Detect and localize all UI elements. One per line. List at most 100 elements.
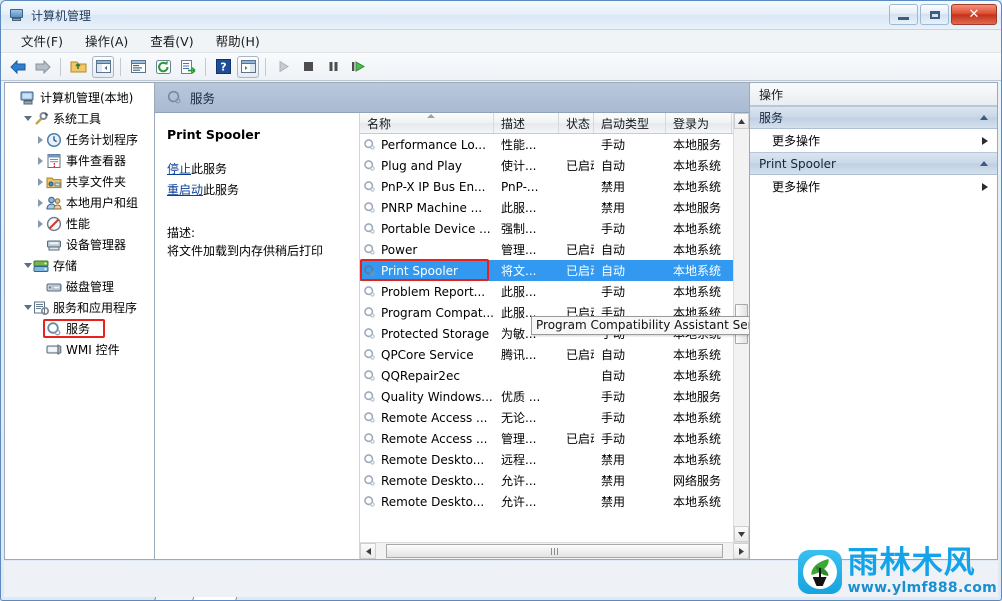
service-row[interactable]: Remote Deskto... 允许... 禁用 本地系统	[360, 491, 733, 512]
gear-icon	[363, 348, 377, 362]
service-name-cell[interactable]: Print Spooler	[360, 264, 494, 278]
tree-item-系统工具[interactable]: 系统工具	[5, 108, 154, 129]
service-name-cell[interactable]: Power	[360, 243, 494, 257]
tree-item-任务计划程序[interactable]: 任务计划程序	[5, 129, 154, 150]
tree-item-性能[interactable]: 性能	[5, 213, 154, 234]
chevron-right-icon[interactable]	[35, 176, 46, 187]
service-name-cell[interactable]: Protected Storage	[360, 327, 494, 341]
chevron-down-icon[interactable]	[22, 113, 33, 124]
chevron-down-icon[interactable]	[22, 260, 33, 271]
service-status-cell: 已启动	[566, 243, 594, 257]
scroll-up-button[interactable]	[734, 113, 749, 129]
tree-item-服务[interactable]: 服务	[5, 318, 154, 339]
service-row[interactable]: Remote Access ... 管理... 已启动手动 本地系统	[360, 428, 733, 449]
start-service-icon[interactable]	[272, 56, 294, 78]
restart-service-link[interactable]: 重启动	[167, 183, 203, 197]
service-row[interactable]: Portable Device ... 强制... 手动 本地系统	[360, 218, 733, 239]
service-name-cell[interactable]: Portable Device ...	[360, 222, 494, 236]
column-header-1[interactable]: 描述	[494, 113, 559, 133]
up-folder-icon[interactable]	[67, 56, 89, 78]
stop-service-icon[interactable]	[297, 56, 319, 78]
chevron-right-icon[interactable]	[35, 197, 46, 208]
help-icon[interactable]: ?	[212, 56, 234, 78]
service-row[interactable]: Power 管理... 已启动自动 本地系统	[360, 239, 733, 260]
service-name-cell[interactable]: PnP-X IP Bus En...	[360, 180, 494, 194]
service-name-cell[interactable]: Program Compat...	[360, 306, 494, 320]
export-list-icon[interactable]	[177, 56, 199, 78]
service-name-cell[interactable]: QPCore Service	[360, 348, 494, 362]
chevron-right-icon[interactable]	[35, 218, 46, 229]
service-name-cell[interactable]: Remote Deskto...	[360, 495, 494, 509]
service-row[interactable]: QQRepair2ec 自动 本地系统	[360, 365, 733, 386]
actions-group-services[interactable]: 服务	[750, 106, 997, 129]
service-row[interactable]: Plug and Play 使计... 已启动自动 本地系统	[360, 155, 733, 176]
column-header-3[interactable]: 启动类型	[594, 113, 666, 133]
chevron-right-icon[interactable]	[982, 136, 988, 145]
menu-help[interactable]: 帮助(H)	[206, 29, 272, 53]
tree-item-WMI 控件[interactable]: WMI 控件	[5, 339, 154, 360]
chevron-down-icon[interactable]	[22, 302, 33, 313]
service-row[interactable]: Print Spooler 将文... 已启动自动 本地系统	[360, 259, 733, 281]
scroll-down-button[interactable]	[734, 526, 749, 542]
service-row[interactable]: Performance Lo... 性能... 手动 本地服务	[360, 134, 733, 155]
service-name-cell[interactable]: Remote Access ...	[360, 411, 494, 425]
scroll-right-button[interactable]	[733, 543, 749, 559]
horizontal-scroll-track[interactable]	[376, 543, 733, 559]
maximize-button[interactable]	[920, 4, 949, 25]
chevron-up-icon[interactable]	[980, 161, 988, 166]
tree-item-label: 任务计划程序	[66, 133, 139, 147]
pause-service-icon[interactable]	[322, 56, 344, 78]
tree-item-本地用户和组[interactable]: 本地用户和组	[5, 192, 154, 213]
service-row[interactable]: Problem Report... 此服... 手动 本地系统	[360, 281, 733, 302]
properties-icon[interactable]	[127, 56, 149, 78]
chevron-right-icon[interactable]	[982, 182, 988, 191]
horizontal-scroll-thumb[interactable]	[386, 544, 723, 558]
minimize-button[interactable]	[889, 4, 918, 25]
service-row[interactable]: Remote Access ... 无论... 手动 本地系统	[360, 407, 733, 428]
tree-item-事件查看器[interactable]: 事件查看器	[5, 150, 154, 171]
tree-item-共享文件夹[interactable]: 共享文件夹	[5, 171, 154, 192]
chevron-right-icon[interactable]	[35, 134, 46, 145]
column-header-4[interactable]: 登录为	[666, 113, 732, 133]
column-header-0[interactable]: 名称	[360, 113, 494, 133]
service-name-cell[interactable]: QQRepair2ec	[360, 369, 494, 383]
stop-service-link[interactable]: 停止	[167, 162, 191, 176]
chevron-right-icon[interactable]	[35, 155, 46, 166]
service-row[interactable]: Remote Deskto... 远程... 禁用 本地系统	[360, 449, 733, 470]
show-hide-tree-icon[interactable]	[92, 55, 114, 78]
service-row[interactable]: PNRP Machine ... 此服... 禁用 本地服务	[360, 197, 733, 218]
service-name-cell[interactable]: Remote Deskto...	[360, 453, 494, 467]
forward-icon[interactable]	[32, 56, 54, 78]
refresh-icon[interactable]	[152, 56, 174, 78]
actions-group-print-spooler[interactable]: Print Spooler	[750, 152, 997, 175]
close-button[interactable]: ✕	[951, 4, 997, 25]
tree-item-计算机管理(本地)[interactable]: 计算机管理(本地)	[5, 87, 154, 108]
service-row[interactable]: QPCore Service 腾讯... 已启动自动 本地系统	[360, 344, 733, 365]
service-name-cell[interactable]: Problem Report...	[360, 285, 494, 299]
back-icon[interactable]	[7, 56, 29, 78]
chevron-up-icon[interactable]	[980, 115, 988, 120]
scroll-left-button[interactable]	[360, 543, 376, 559]
service-name-cell[interactable]: Performance Lo...	[360, 138, 494, 152]
actions-more-actions-services[interactable]: 更多操作	[750, 129, 997, 152]
horizontal-scrollbar[interactable]	[360, 542, 749, 559]
tree-item-存储[interactable]: 存储	[5, 255, 154, 276]
menu-view[interactable]: 查看(V)	[140, 29, 205, 53]
restart-service-icon[interactable]	[347, 56, 369, 78]
service-name-cell[interactable]: Remote Access ...	[360, 432, 494, 446]
service-row[interactable]: PnP-X IP Bus En... PnP-... 禁用 本地系统	[360, 176, 733, 197]
service-name-cell[interactable]: Quality Windows...	[360, 390, 494, 404]
column-header-2[interactable]: 状态	[559, 113, 594, 133]
menu-file[interactable]: 文件(F)	[11, 29, 75, 53]
service-row[interactable]: Remote Deskto... 允许... 禁用 网络服务	[360, 470, 733, 491]
tree-item-服务和应用程序[interactable]: 服务和应用程序	[5, 297, 154, 318]
service-name-cell[interactable]: Plug and Play	[360, 159, 494, 173]
service-name-cell[interactable]: PNRP Machine ...	[360, 201, 494, 215]
service-name-cell[interactable]: Remote Deskto...	[360, 474, 494, 488]
actions-more-actions-print-spooler[interactable]: 更多操作	[750, 175, 997, 198]
tree-item-磁盘管理[interactable]: 磁盘管理	[5, 276, 154, 297]
show-hide-action-pane-icon[interactable]	[237, 55, 259, 78]
menu-action[interactable]: 操作(A)	[75, 29, 140, 53]
service-row[interactable]: Quality Windows... 优质 ... 手动 本地服务	[360, 386, 733, 407]
tree-item-设备管理器[interactable]: 设备管理器	[5, 234, 154, 255]
